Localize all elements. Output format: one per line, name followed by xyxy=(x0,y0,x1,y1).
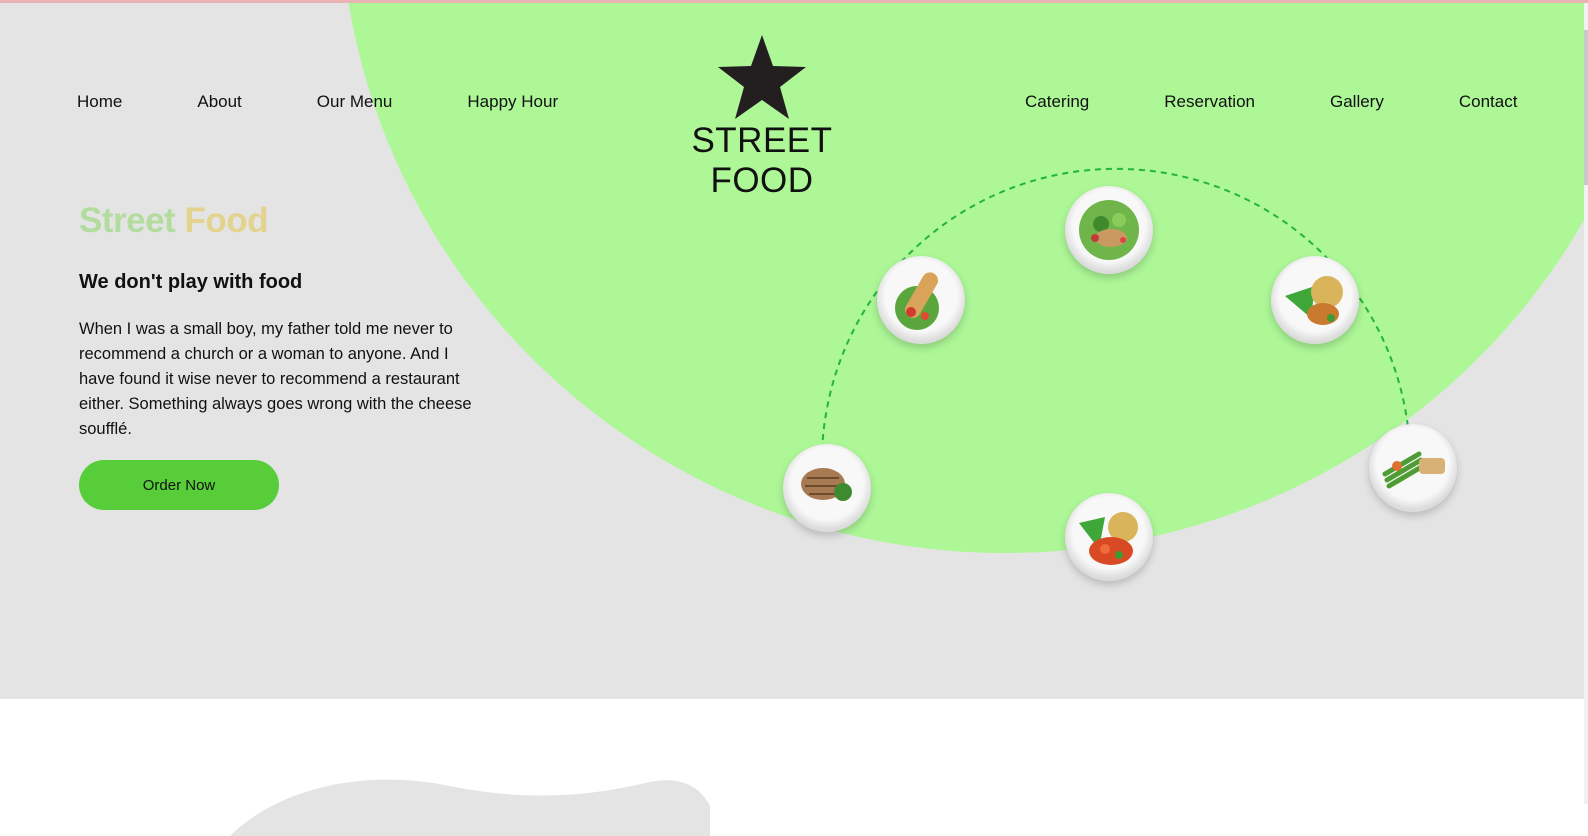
hero-subheading: We don't play with food xyxy=(79,271,303,293)
nav-about[interactable]: About xyxy=(197,92,241,112)
headline-word-street: Street xyxy=(79,201,176,240)
dish-plate-salad-chicken[interactable] xyxy=(1065,186,1153,274)
headline-word-food: Food xyxy=(184,201,268,240)
browser-top-border xyxy=(0,0,1588,3)
nav-happy-hour[interactable]: Happy Hour xyxy=(467,92,558,112)
scrollbar-thumb[interactable] xyxy=(1584,30,1588,185)
nav-our-menu[interactable]: Our Menu xyxy=(317,92,393,112)
nav-gallery[interactable]: Gallery xyxy=(1330,92,1384,112)
nav-reservation[interactable]: Reservation xyxy=(1164,92,1255,112)
dish-plate-steak[interactable] xyxy=(783,444,871,532)
nav-contact[interactable]: Contact xyxy=(1459,92,1518,112)
order-now-button[interactable]: Order Now xyxy=(79,460,279,510)
dish-plate-asparagus[interactable] xyxy=(1369,424,1457,512)
dish-plate-beans-rice[interactable] xyxy=(1271,256,1359,344)
dish-plate-beans-chicken[interactable] xyxy=(1065,493,1153,581)
hero-description: When I was a small boy, my father told m… xyxy=(79,320,472,438)
brand-name[interactable]: STREET FOOD xyxy=(640,121,884,201)
hero-section: Home About Our Menu Happy Hour Catering … xyxy=(0,3,1584,699)
nav-right: Catering Reservation Gallery Contact xyxy=(1025,89,1517,115)
dish-plate-sandwich-salad[interactable] xyxy=(877,256,965,344)
nav-home[interactable]: Home xyxy=(77,92,122,112)
hero-headline: Street Food xyxy=(79,201,268,241)
decorative-wave-shape xyxy=(230,779,710,836)
nav-catering[interactable]: Catering xyxy=(1025,92,1089,112)
star-icon[interactable] xyxy=(716,33,808,121)
nav-left: Home About Our Menu Happy Hour xyxy=(77,89,558,115)
